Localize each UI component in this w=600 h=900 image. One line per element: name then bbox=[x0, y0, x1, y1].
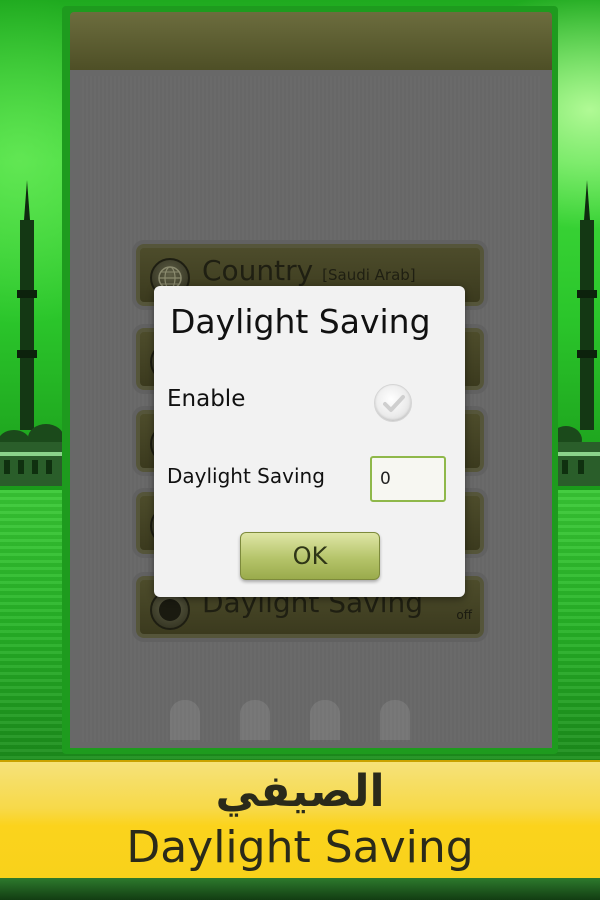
daylight-saving-dialog: Daylight Saving Enable Daylight Saving O… bbox=[154, 286, 465, 597]
daylight-saving-input[interactable] bbox=[370, 456, 446, 502]
banner-arabic-title: الصيفي bbox=[215, 766, 385, 817]
ok-button[interactable]: OK bbox=[240, 532, 380, 580]
check-icon bbox=[383, 395, 405, 412]
bottom-strip bbox=[0, 878, 600, 900]
banner-english-title: Daylight Saving bbox=[126, 822, 474, 873]
dialog-title: Daylight Saving bbox=[170, 302, 431, 341]
faded-decoration bbox=[150, 690, 450, 740]
enable-checkbox[interactable] bbox=[374, 384, 412, 422]
left-mosque-image bbox=[0, 180, 64, 486]
app-header-bar bbox=[70, 12, 552, 70]
daylight-status-value: off bbox=[456, 608, 472, 622]
right-mosque-image bbox=[556, 180, 600, 486]
enable-label: Enable bbox=[167, 386, 246, 412]
daylight-saving-label: Daylight Saving bbox=[167, 464, 325, 488]
menu-item-label: Country [Saudi Arab] bbox=[202, 254, 416, 287]
